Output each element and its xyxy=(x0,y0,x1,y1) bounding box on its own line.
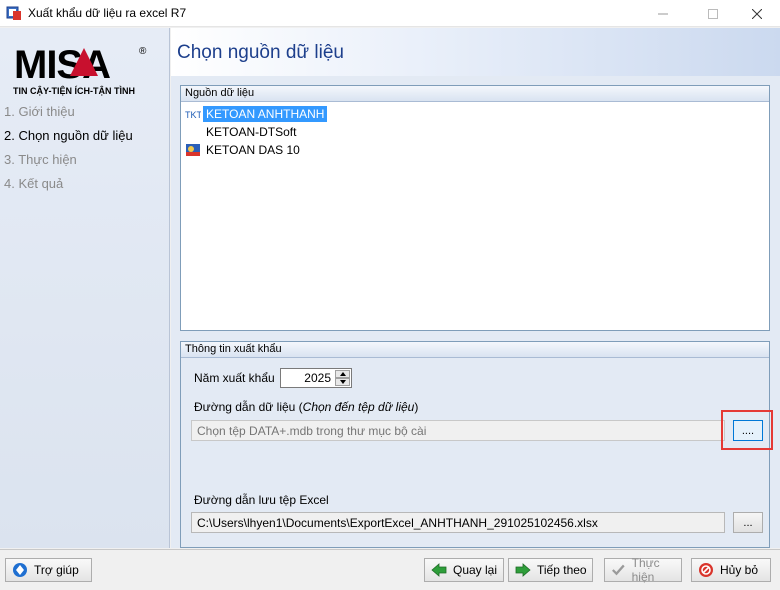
minimize-button[interactable] xyxy=(640,0,686,27)
data-source-group-title: Nguồn dữ liệu xyxy=(181,86,769,102)
arrow-right-icon xyxy=(515,563,531,577)
step-result: 4. Kết quả xyxy=(4,176,64,191)
logo-brand: MISA xyxy=(14,43,110,87)
close-button[interactable] xyxy=(734,0,780,27)
minimize-icon xyxy=(658,13,668,14)
logo-registered: ® xyxy=(139,46,147,57)
close-icon xyxy=(752,8,762,19)
next-button-label: Tiếp theo xyxy=(537,563,587,577)
help-button-label: Trợ giúp xyxy=(34,563,79,577)
year-up-button[interactable] xyxy=(335,370,350,378)
arrow-left-icon xyxy=(431,563,447,577)
maximize-icon xyxy=(708,8,718,19)
execute-button-label: Thực hiện xyxy=(631,556,660,584)
export-info-group-title: Thông tin xuất khẩu xyxy=(181,342,769,358)
data-path-input[interactable] xyxy=(191,420,725,441)
step-execute: 3. Thực hiện xyxy=(4,152,77,167)
help-button[interactable]: Trợ giúp xyxy=(5,558,92,582)
step-intro: 1. Giới thiệu xyxy=(4,104,75,119)
page-header: Chọn nguồn dữ liệu xyxy=(171,28,780,76)
check-icon xyxy=(612,564,625,576)
title-bar: Xuất khẩu dữ liệu ra excel R7 xyxy=(0,0,780,27)
excel-path-input[interactable] xyxy=(191,512,725,533)
back-button-label: Quay lại xyxy=(453,563,498,577)
list-item[interactable]: KETOAN DAS 10 xyxy=(185,141,303,159)
list-item-label: KETOAN ANHTHANH xyxy=(203,106,328,122)
execute-button[interactable]: Thực hiện xyxy=(604,556,682,584)
back-button[interactable]: Quay lại xyxy=(424,558,504,582)
export-year-value[interactable]: 2025 xyxy=(304,371,331,385)
export-year-stepper[interactable]: 2025 xyxy=(280,368,352,388)
list-item-label: KETOAN-DTSoft xyxy=(206,125,297,139)
list-item[interactable]: TKT+ KETOAN ANHTHANH xyxy=(185,105,328,123)
browse-excel-button[interactable]: ... xyxy=(733,512,763,533)
data-path-label: Đường dẫn dữ liệu (Chọn đến tệp dữ liệu) xyxy=(194,400,419,414)
cancel-icon xyxy=(699,563,713,577)
maximize-button[interactable] xyxy=(690,0,736,27)
list-item[interactable]: KETOAN-DTSoft xyxy=(185,123,299,141)
misa-logo: MISA ® TIN CẬY-TIỆN ÍCH-TẬN TÌNH xyxy=(13,43,147,96)
das-icon xyxy=(186,144,200,156)
logo-tagline: TIN CẬY-TIỆN ÍCH-TẬN TÌNH xyxy=(13,85,135,96)
next-button[interactable]: Tiếp theo xyxy=(508,558,593,582)
data-path-hint: Chọn đến tệp dữ liệu xyxy=(302,400,415,414)
year-down-button[interactable] xyxy=(335,378,350,386)
step-choose-source: 2. Chọn nguồn dữ liệu xyxy=(4,128,133,143)
data-source-group: Nguồn dữ liệu TKT+ KETOAN ANHTHANH KETOA… xyxy=(180,85,770,331)
cancel-button-label: Hủy bỏ xyxy=(720,563,759,577)
window-title: Xuất khẩu dữ liệu ra excel R7 xyxy=(28,6,187,20)
chevron-down-icon xyxy=(339,380,346,384)
app-icon xyxy=(6,6,21,20)
page-title: Chọn nguồn dữ liệu xyxy=(177,42,344,63)
export-year-label: Năm xuất khẩu xyxy=(194,371,275,385)
highlight-annotation xyxy=(721,410,773,450)
excel-path-label: Đường dẫn lưu tệp Excel xyxy=(194,493,329,507)
help-icon xyxy=(13,563,27,577)
list-item-label: KETOAN DAS 10 xyxy=(206,143,300,157)
blank-icon xyxy=(185,125,201,139)
wizard-steps-panel: MISA ® TIN CẬY-TIỆN ÍCH-TẬN TÌNH 1. Giới… xyxy=(0,28,170,548)
tkt-icon: TKT+ xyxy=(185,110,201,120)
cancel-button[interactable]: Hủy bỏ xyxy=(691,558,771,582)
data-source-list[interactable]: TKT+ KETOAN ANHTHANH KETOAN-DTSoft KETOA… xyxy=(183,104,767,328)
svg-text:TKT+: TKT+ xyxy=(185,110,201,120)
chevron-up-icon xyxy=(339,372,346,376)
